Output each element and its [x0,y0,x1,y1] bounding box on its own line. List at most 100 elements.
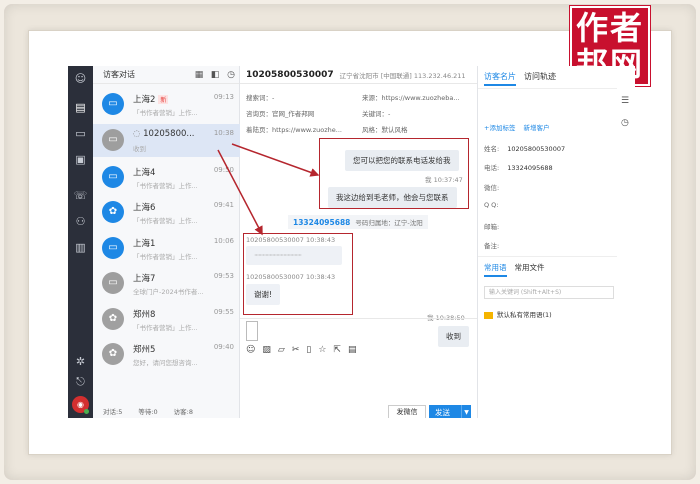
tab-common-files[interactable]: 常用文件 [515,262,545,277]
conversation-item[interactable]: ▭ 上海7 09:53 全球门户-2024书作者... [93,267,240,300]
star-icon[interactable]: ☆ [318,345,326,355]
message-bubble-out: 您可以把您的联系电话发给我 [345,150,459,171]
folder-icon[interactable]: ▱ [278,345,285,355]
phrase-folder[interactable]: 默认私有常用语(1) [484,309,552,319]
message-meta: 我 10:37:47 [425,176,463,184]
grid-icon[interactable]: ▦ [191,70,207,80]
item-preview: 「书作者营销」上作... [133,253,198,261]
conversation-item[interactable]: ▭ 上海2 新 09:13 「书作者营销」上作... [93,88,240,121]
tab-visitor-card[interactable]: 访客名片 [484,71,516,86]
search-engine-field: 搜索词：- [246,94,275,102]
logo-line-1: 作者 [575,9,644,47]
scissors-icon[interactable]: ✂ [292,345,300,355]
detected-phone[interactable]: 13324095688 [293,218,350,227]
contact-card-icon[interactable]: ▣ [73,152,88,167]
wechat-button[interactable]: 发微信 [388,405,426,418]
monitor-icon: ▭ [102,93,124,115]
export-icon[interactable]: ⇱ [333,345,341,355]
conversation-item[interactable]: ✿ 郑州8 09:55 「书作者营销」上作... [93,303,240,336]
message-bubble-out: 我这边给到毛老师，他会与您联系 [328,187,457,208]
conversation-item[interactable]: ✿ 上海6 09:41 「书作者营销」上作... [93,196,240,229]
item-time: 09:41 [213,201,234,209]
landing-page-field[interactable]: 着陆页：https://www.zuozhe... [246,124,342,134]
chat-bubble-icon: ◌ [133,129,144,139]
add-tag-link[interactable]: +添加标签 [484,122,515,132]
visitor-count: 访客:8 [173,408,193,416]
paw-icon: ✿ [102,308,124,330]
field-label: Q Q: [484,201,499,209]
chat-app-window: ☺ ▤ ▭ ▣ ☏ ⚇ ▥ ✲ ⎋ ◉ 访客对话 ▦ ◧ ◷ ▭ 上海2 新 09… [68,66,635,418]
note-field[interactable]: 备注: [484,240,499,250]
chat-header: 10205800530007 辽宁省沈阳市 [中国联通] 113.232.46.… [240,66,477,84]
logout-icon[interactable]: ⎋ [73,374,88,389]
list-title: 访客对话 [103,70,135,79]
tab-common-phrases[interactable]: 常用语 [484,262,507,277]
item-time: 09:50 [213,166,234,174]
wechat-field[interactable]: 微信: [484,182,499,192]
history-icon[interactable]: ◷ [223,70,239,80]
chat-panel: 10205800530007 辽宁省沈阳市 [中国联通] 113.232.46.… [240,66,477,418]
visitor-name: 10205800... [143,129,195,139]
notification-icon[interactable]: ◧ [207,70,223,80]
message-input[interactable] [246,321,258,341]
visitor-name: 上海1 [133,239,156,249]
item-preview: 全球门户-2024书作者... [133,288,204,296]
image-icon[interactable]: ▨ [262,345,271,355]
document-icon[interactable]: ▤ [348,345,357,355]
phone-region: 号码归属地：辽宁-沈阳 [355,219,423,227]
devices-icon[interactable]: ▭ [73,126,88,141]
phone-icon[interactable]: ☏ [73,188,88,203]
field-label: 电话: [484,164,500,172]
field-value[interactable]: 13324095688 [507,164,553,172]
message-bubble-out: 收到 [438,326,469,347]
divider [478,256,628,257]
settings-icon[interactable]: ✲ [73,354,88,369]
folder-icon [484,311,493,319]
phrase-search-input[interactable]: 输入关键词 (Shift+Alt+S) [484,286,614,299]
conversation-item[interactable]: ▭ 上海1 10:06 「书作者营销」上作... [93,232,240,265]
field-label: 姓名: [484,145,500,153]
field-value[interactable]: 10205800530007 [507,145,565,153]
add-customer-link[interactable]: 新增客户 [523,122,549,132]
qq-field[interactable]: Q Q: [484,201,499,209]
message-sender: 10205800530007 10:38:43 [246,273,336,281]
visitor-name: 上海4 [133,168,156,178]
nav-rail: ☺ ▤ ▭ ▣ ☏ ⚇ ▥ ✲ ⎋ ◉ [68,66,93,418]
item-preview: 「书作者营销」上作... [133,182,198,190]
waiting-count: 等待:0 [138,408,158,416]
visitor-name: 上海2 [133,95,156,105]
conversation-item[interactable]: ✿ 郑州5 09:40 您好，请问您想咨询... [93,338,240,371]
send-button[interactable]: 发送 ▼ [429,405,471,418]
dialog-count: 对话:5 [103,408,123,416]
tab-visit-trace[interactable]: 访问轨迹 [524,71,556,86]
system-phone-notice: 13324095688 号码归属地：辽宁-沈阳 [288,215,428,229]
emoji-icon[interactable]: ☺ [246,345,255,355]
monitor-icon: ▭ [102,166,124,188]
clock-icon[interactable]: ◷ [621,118,629,128]
item-preview: 收到 [133,145,146,153]
users-icon[interactable]: ⚇ [73,214,88,229]
paw-icon: ✿ [102,201,124,223]
field-label: 备注: [484,242,500,250]
email-field[interactable]: 邮箱: [484,221,499,231]
phone-field: 电话: 13324095688 [484,162,553,172]
visitor-side-panel: 访客名片 访问轨迹 +添加标签 新增客户 姓名: 10205800530007 电… [477,66,635,418]
online-status-dot [84,409,89,414]
source-field[interactable]: 来源：https://www.zuozheba... [362,92,460,102]
item-preview: 「书作者营销」上作... [133,109,198,117]
chevron-down-icon[interactable]: ▼ [461,405,471,418]
ticket-icon[interactable]: ▥ [73,240,88,255]
conversation-list: 访客对话 ▦ ◧ ◷ ▭ 上海2 新 09:13 「书作者营销」上作... ▭ ◌… [93,66,240,418]
item-time: 09:40 [213,343,234,351]
list-icon[interactable]: ☰ [621,96,629,106]
item-time: 09:53 [213,272,234,280]
conversation-item-selected[interactable]: ▭ ◌ 10205800... 10:38 收到 [93,124,240,157]
field-label: 邮箱: [484,223,500,231]
visitor-name: 上海7 [133,274,156,284]
monitor-icon: ▭ [102,129,124,151]
conversation-item[interactable]: ▭ 上海4 09:50 「书作者营销」上作... [93,161,240,194]
chat-icon[interactable]: ▤ [73,100,88,115]
bookmark-icon[interactable]: ▯ [306,345,311,355]
masked-message: ·································· [246,246,342,265]
monitor-icon: ▭ [102,237,124,259]
